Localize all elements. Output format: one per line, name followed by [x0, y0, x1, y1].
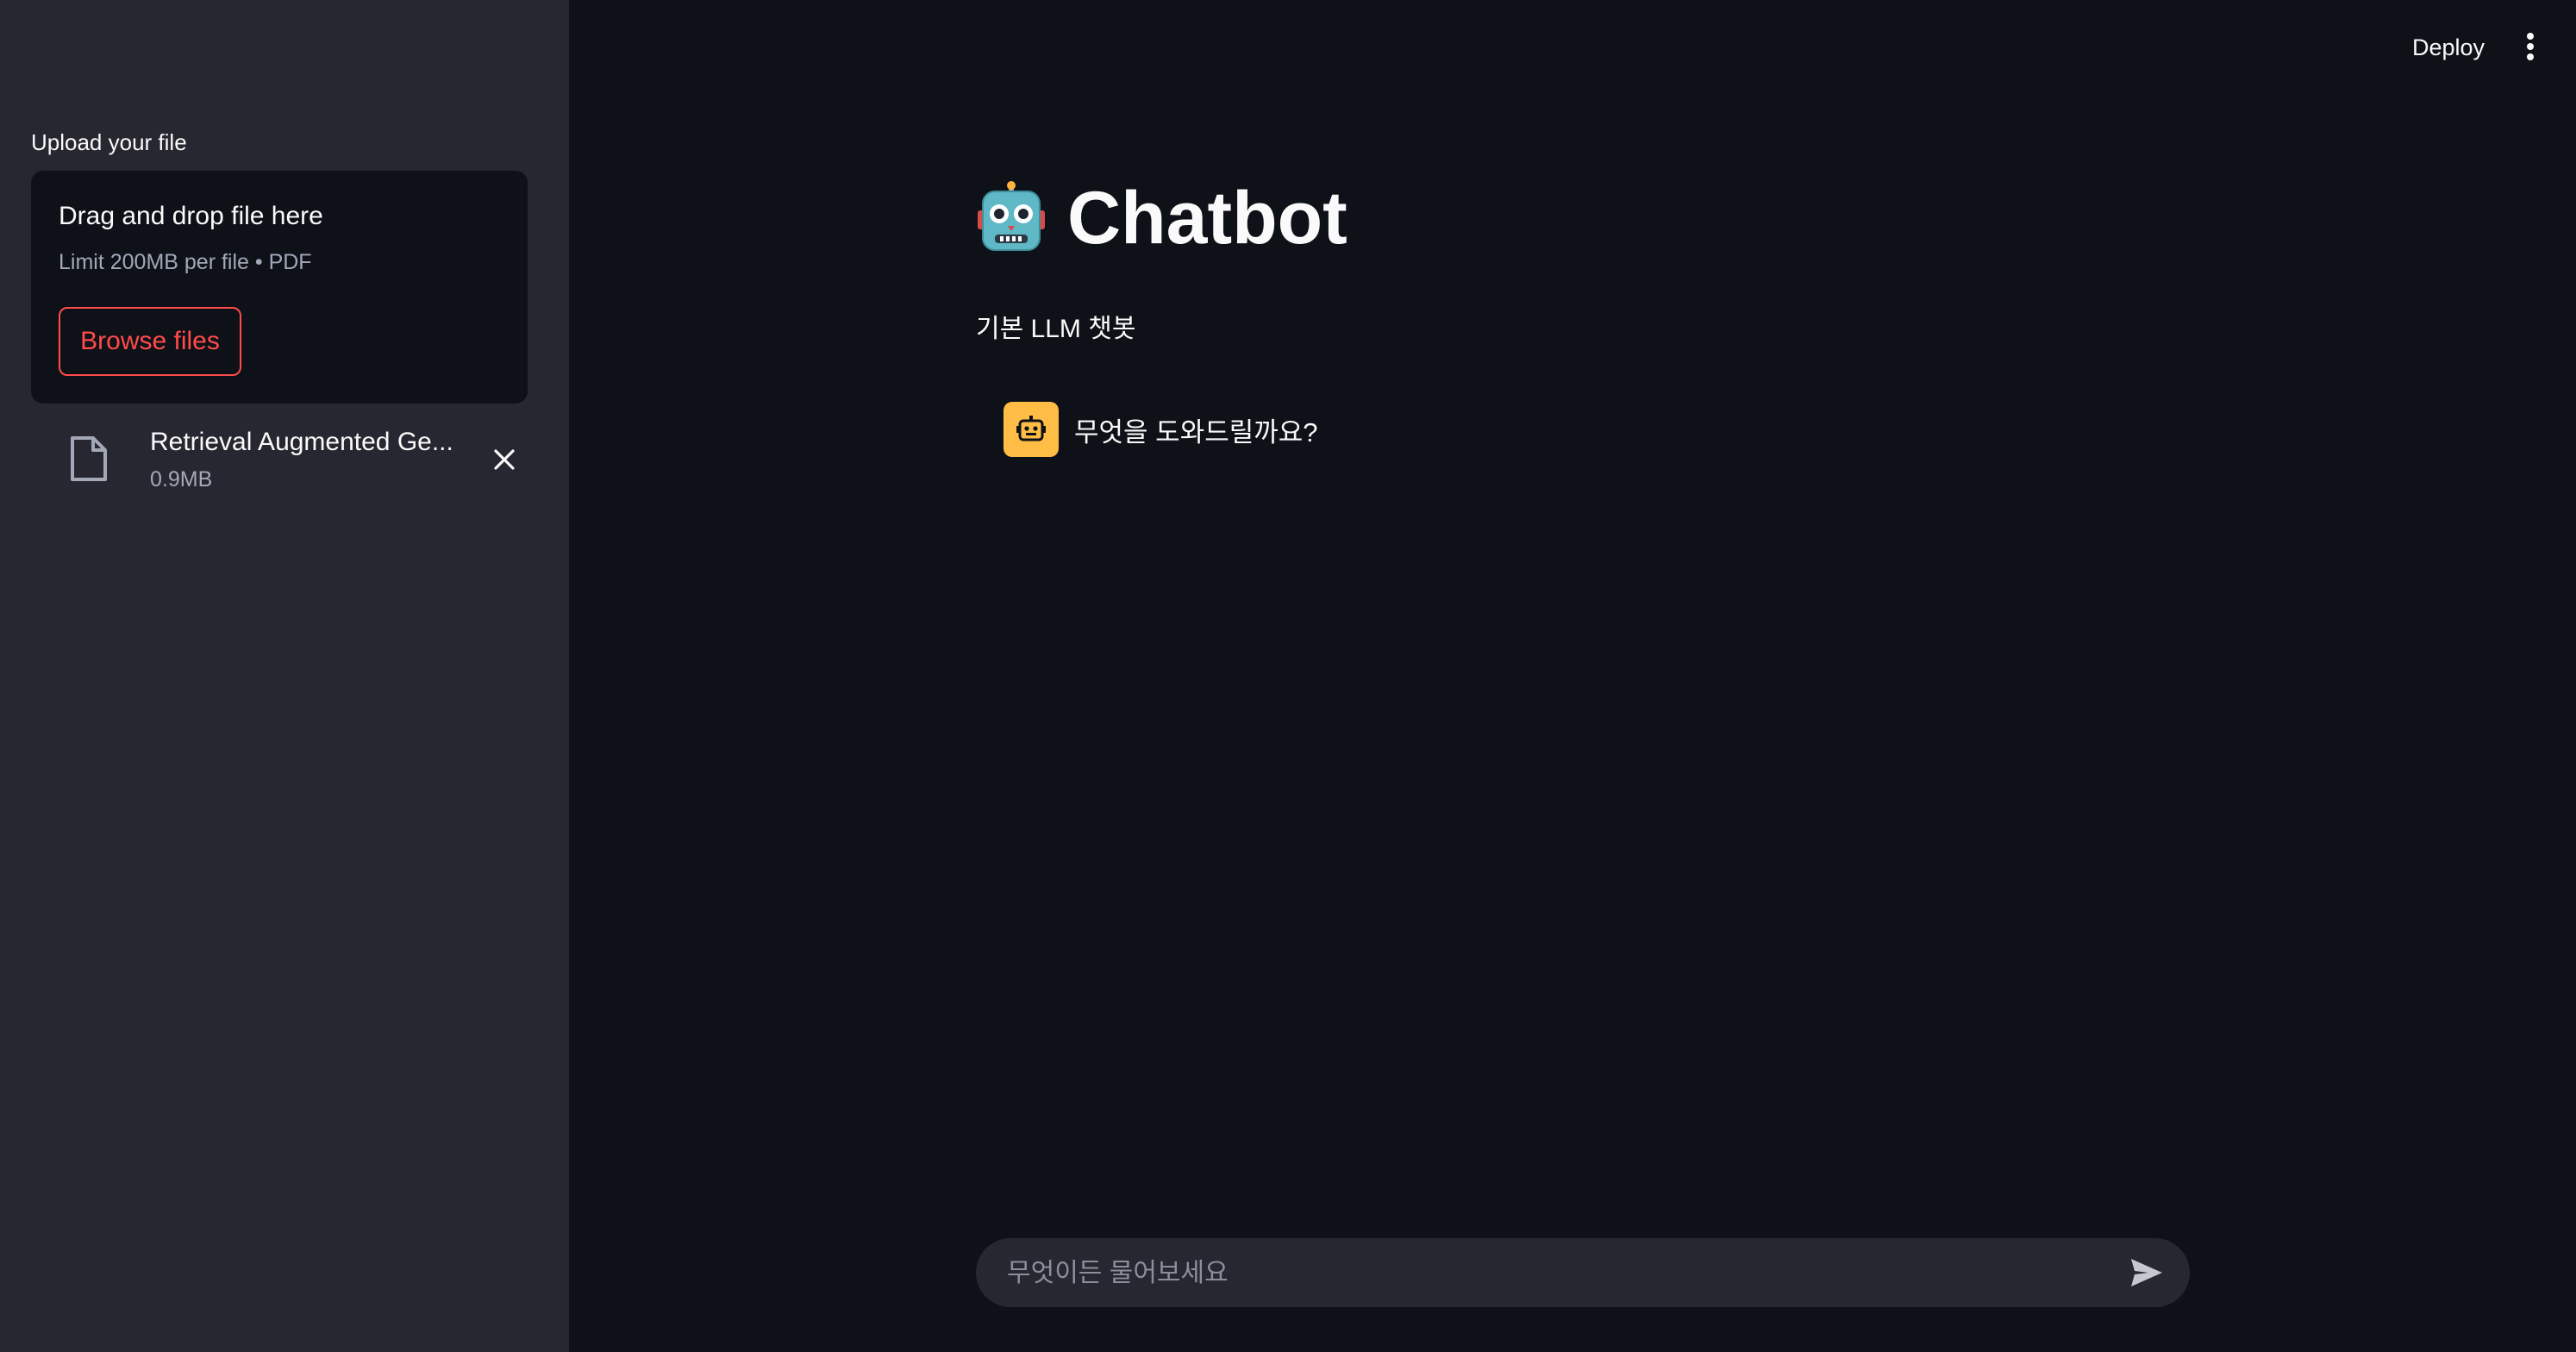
uploaded-file-name: Retrieval Augmented Ge... [150, 428, 453, 456]
chat-message-assistant: 무엇을 도와드릴까요? [1004, 402, 1318, 457]
page-title: Chatbot [1067, 177, 1347, 260]
deploy-button[interactable]: Deploy [2395, 26, 2502, 69]
file-icon [69, 435, 109, 483]
vertical-dots-icon [2527, 33, 2534, 60]
dropzone-limit-text: Limit 200MB per file • PDF [59, 250, 312, 274]
robot-emoji-icon [974, 181, 1048, 255]
uploaded-file-size: 0.9MB [150, 467, 213, 491]
send-icon [2131, 1259, 2162, 1286]
chat-input[interactable] [1005, 1238, 2112, 1309]
page-subtitle: 기본 LLM 챗봇 [976, 315, 1136, 343]
remove-file-button[interactable] [483, 438, 526, 481]
app-root: Upload your file Drag and drop file here… [0, 0, 2576, 1352]
uploaded-file-item: Retrieval Augmented Ge... 0.9MB [31, 417, 528, 504]
page-header: Chatbot [974, 181, 1347, 255]
browse-files-button[interactable]: Browse files [59, 307, 241, 376]
dropzone-title: Drag and drop file here [59, 202, 323, 230]
assistant-avatar [1004, 402, 1059, 457]
file-dropzone[interactable]: Drag and drop file here Limit 200MB per … [31, 171, 528, 404]
sidebar: Upload your file Drag and drop file here… [0, 0, 569, 1352]
chat-input-container [976, 1238, 2190, 1309]
main-menu-button[interactable] [2516, 28, 2545, 66]
upload-label: Upload your file [31, 129, 187, 155]
close-icon [494, 449, 515, 470]
send-button[interactable] [2126, 1252, 2167, 1293]
robot-icon [1016, 416, 1046, 441]
chat-message-text: 무엇을 도와드릴까요? [1074, 416, 1318, 448]
